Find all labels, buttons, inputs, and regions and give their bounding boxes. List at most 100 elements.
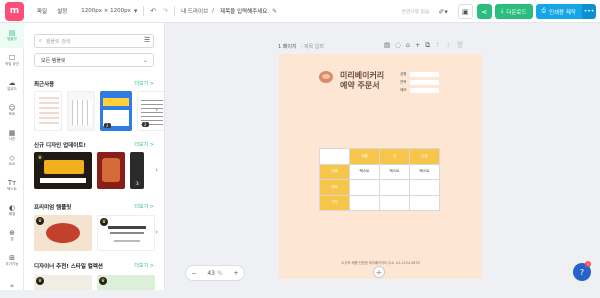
template-thumb[interactable]: ♛: [97, 275, 155, 290]
divider: [143, 6, 145, 16]
doc-title-line2: 예약 주문서: [340, 81, 380, 90]
leftnav-item-8[interactable]: ⊕ 앱: [0, 223, 24, 248]
app-logo[interactable]: m: [5, 1, 24, 21]
template-thumb[interactable]: ♛: [34, 152, 92, 189]
doc-footer: 소규모 제빵 전문점 미리베이커리 주소, 02-1234-5678: [341, 261, 420, 265]
pen-tool-icon[interactable]: ✐▾: [438, 8, 447, 16]
see-more-recent[interactable]: 더보기 >: [134, 80, 154, 87]
print-button[interactable]: ⎙ 인쇄용 제작: [535, 4, 582, 19]
redo-icon[interactable]: ↷: [162, 7, 168, 15]
edit-pencil-icon[interactable]: ✎: [272, 8, 277, 15]
leftnav-item-9[interactable]: ⊞ 추가기능: [0, 248, 24, 273]
menu-file[interactable]: 파일: [37, 7, 47, 15]
template-thumb[interactable]: [34, 91, 62, 131]
addon-icon: ⊞: [9, 254, 15, 262]
see-more-new[interactable]: 더보기 >: [134, 141, 154, 148]
field-label-contact: 연락: [400, 80, 407, 84]
order-table-grid: 제품 맛 수량 제품 텍스트 텍스트 텍스트 메모 기타: [319, 148, 440, 211]
leftnav-item-5[interactable]: ◇ 요소: [0, 148, 24, 173]
more-options-button[interactable]: •••: [582, 4, 596, 19]
leftnav-item-7[interactable]: ◐ 배경: [0, 198, 24, 223]
leftnav-label: 추가기능: [5, 262, 19, 266]
zoom-in-icon[interactable]: +: [234, 270, 239, 277]
template-thumb[interactable]: ♛: [34, 215, 92, 251]
doc-title[interactable]: 미리베이커리 예약 주문서: [340, 71, 384, 91]
add-page-button[interactable]: +: [373, 266, 385, 278]
zoom-out-icon[interactable]: −: [191, 270, 196, 277]
canvas-size-dropdown[interactable]: 1200px × 1200px: [81, 8, 131, 14]
template-thumb[interactable]: ♛: [34, 275, 92, 290]
zoom-control: − 43% +: [185, 265, 245, 281]
leftnav-item-4[interactable]: ▦ 사진: [0, 123, 24, 148]
see-more-designer[interactable]: 더보기 >: [134, 262, 154, 269]
image-icon: ▦: [8, 129, 16, 137]
row-label: 제품: [319, 163, 350, 180]
delete-icon[interactable]: 🗑: [456, 41, 464, 50]
field-box-memo[interactable]: [410, 88, 439, 93]
memo-icon[interactable]: ▤: [384, 41, 390, 50]
collapse-panel-icon[interactable]: «: [0, 273, 24, 298]
template-thumb[interactable]: [97, 152, 125, 189]
template-search-input[interactable]: ⌕ 템플릿 검색: [34, 34, 154, 48]
page-count-badge: 2: [104, 123, 111, 128]
field-box-name[interactable]: [410, 72, 439, 77]
download-button[interactable]: ⤓ 다운로드: [494, 4, 533, 19]
hide-icon[interactable]: ◌: [395, 41, 401, 50]
leftnav-item-2[interactable]: ☁ 업로드: [0, 73, 24, 98]
leftnav-item-6[interactable]: Tт 텍스트: [0, 173, 24, 198]
table-cell: [379, 179, 410, 196]
chevron-down-icon: ▾: [133, 7, 138, 15]
leftnav-label: 포토: [8, 112, 16, 116]
lock-icon[interactable]: ⌂: [406, 41, 410, 50]
table-cell: [349, 194, 380, 211]
leftnav-label: 배경: [8, 212, 16, 216]
notification-badge: 1: [585, 261, 591, 267]
upload-icon: ☁: [8, 79, 16, 87]
leftnav-label: 사진: [8, 137, 16, 141]
share-icon[interactable]: ⋖: [476, 4, 492, 19]
move-up-icon[interactable]: ↑: [435, 41, 440, 50]
field-box-contact[interactable]: [410, 80, 439, 85]
search-placeholder: 템플릿 검색: [45, 38, 71, 45]
template-thumb[interactable]: ♛: [97, 215, 155, 251]
save-icon[interactable]: ▣: [457, 4, 473, 19]
text-icon: Tт: [7, 179, 17, 187]
duplicate-icon[interactable]: ⧉: [425, 41, 430, 50]
leftnav-item-3[interactable]: ☺ 포토: [0, 98, 24, 123]
select-value: 모든 템플릿: [41, 57, 66, 64]
designer-thumbs: ♛ ♛: [34, 275, 155, 290]
move-down-icon[interactable]: ↓: [446, 41, 451, 50]
leftnav-label: 앱: [10, 237, 14, 241]
print-label: 인쇄용 제작: [548, 9, 576, 16]
scroll-right-icon[interactable]: ›: [155, 166, 158, 174]
page-label: 1 페이지 - 제목 입력: [278, 43, 324, 50]
filter-icon[interactable]: ☰: [144, 36, 150, 44]
document-title[interactable]: 제목을 입력해주세요.: [220, 7, 269, 15]
design-page[interactable]: 미리베이커리 예약 주문서 성함 연락 메모 제품 맛 수량 제품 텍스트 텍스…: [279, 54, 482, 279]
scroll-right-icon[interactable]: ›: [155, 228, 158, 236]
new-thumbs: ♛ 3: [34, 152, 144, 189]
undo-icon[interactable]: ↶: [150, 7, 156, 15]
template-thumb[interactable]: 2: [100, 91, 132, 131]
chevron-down-icon: ⌄: [142, 56, 148, 64]
template-thumb[interactable]: 2: [137, 91, 164, 131]
recent-thumbs: 2 2: [34, 91, 164, 131]
scroll-right-icon[interactable]: ›: [155, 106, 158, 114]
apps-icon: ⊕: [9, 229, 15, 237]
see-more-premium[interactable]: 더보기 >: [134, 203, 154, 210]
table-cell: [349, 179, 380, 196]
breadcrumb-drive[interactable]: 내 드라이브: [181, 7, 208, 15]
template-thumb[interactable]: 3: [130, 152, 144, 189]
divider: [174, 6, 176, 16]
template-thumb[interactable]: [67, 91, 95, 131]
doc-title-line1: 미리베이커리: [340, 71, 385, 80]
leftnav-item-1[interactable]: ☐ 작업 공간: [0, 48, 24, 73]
leftnav-item-0[interactable]: ▤ 템플릿: [0, 23, 24, 48]
print-icon: ⎙: [541, 8, 546, 14]
page-title-input[interactable]: - 제목 입력: [301, 44, 324, 50]
order-table[interactable]: 제품 맛 수량 제품 텍스트 텍스트 텍스트 메모 기타: [319, 148, 440, 211]
add-page-icon[interactable]: +: [415, 41, 420, 50]
zoom-value[interactable]: 43%: [207, 270, 222, 277]
menu-settings[interactable]: 설정: [57, 7, 67, 15]
template-category-select[interactable]: 모든 템플릿 ⌄: [34, 53, 154, 67]
